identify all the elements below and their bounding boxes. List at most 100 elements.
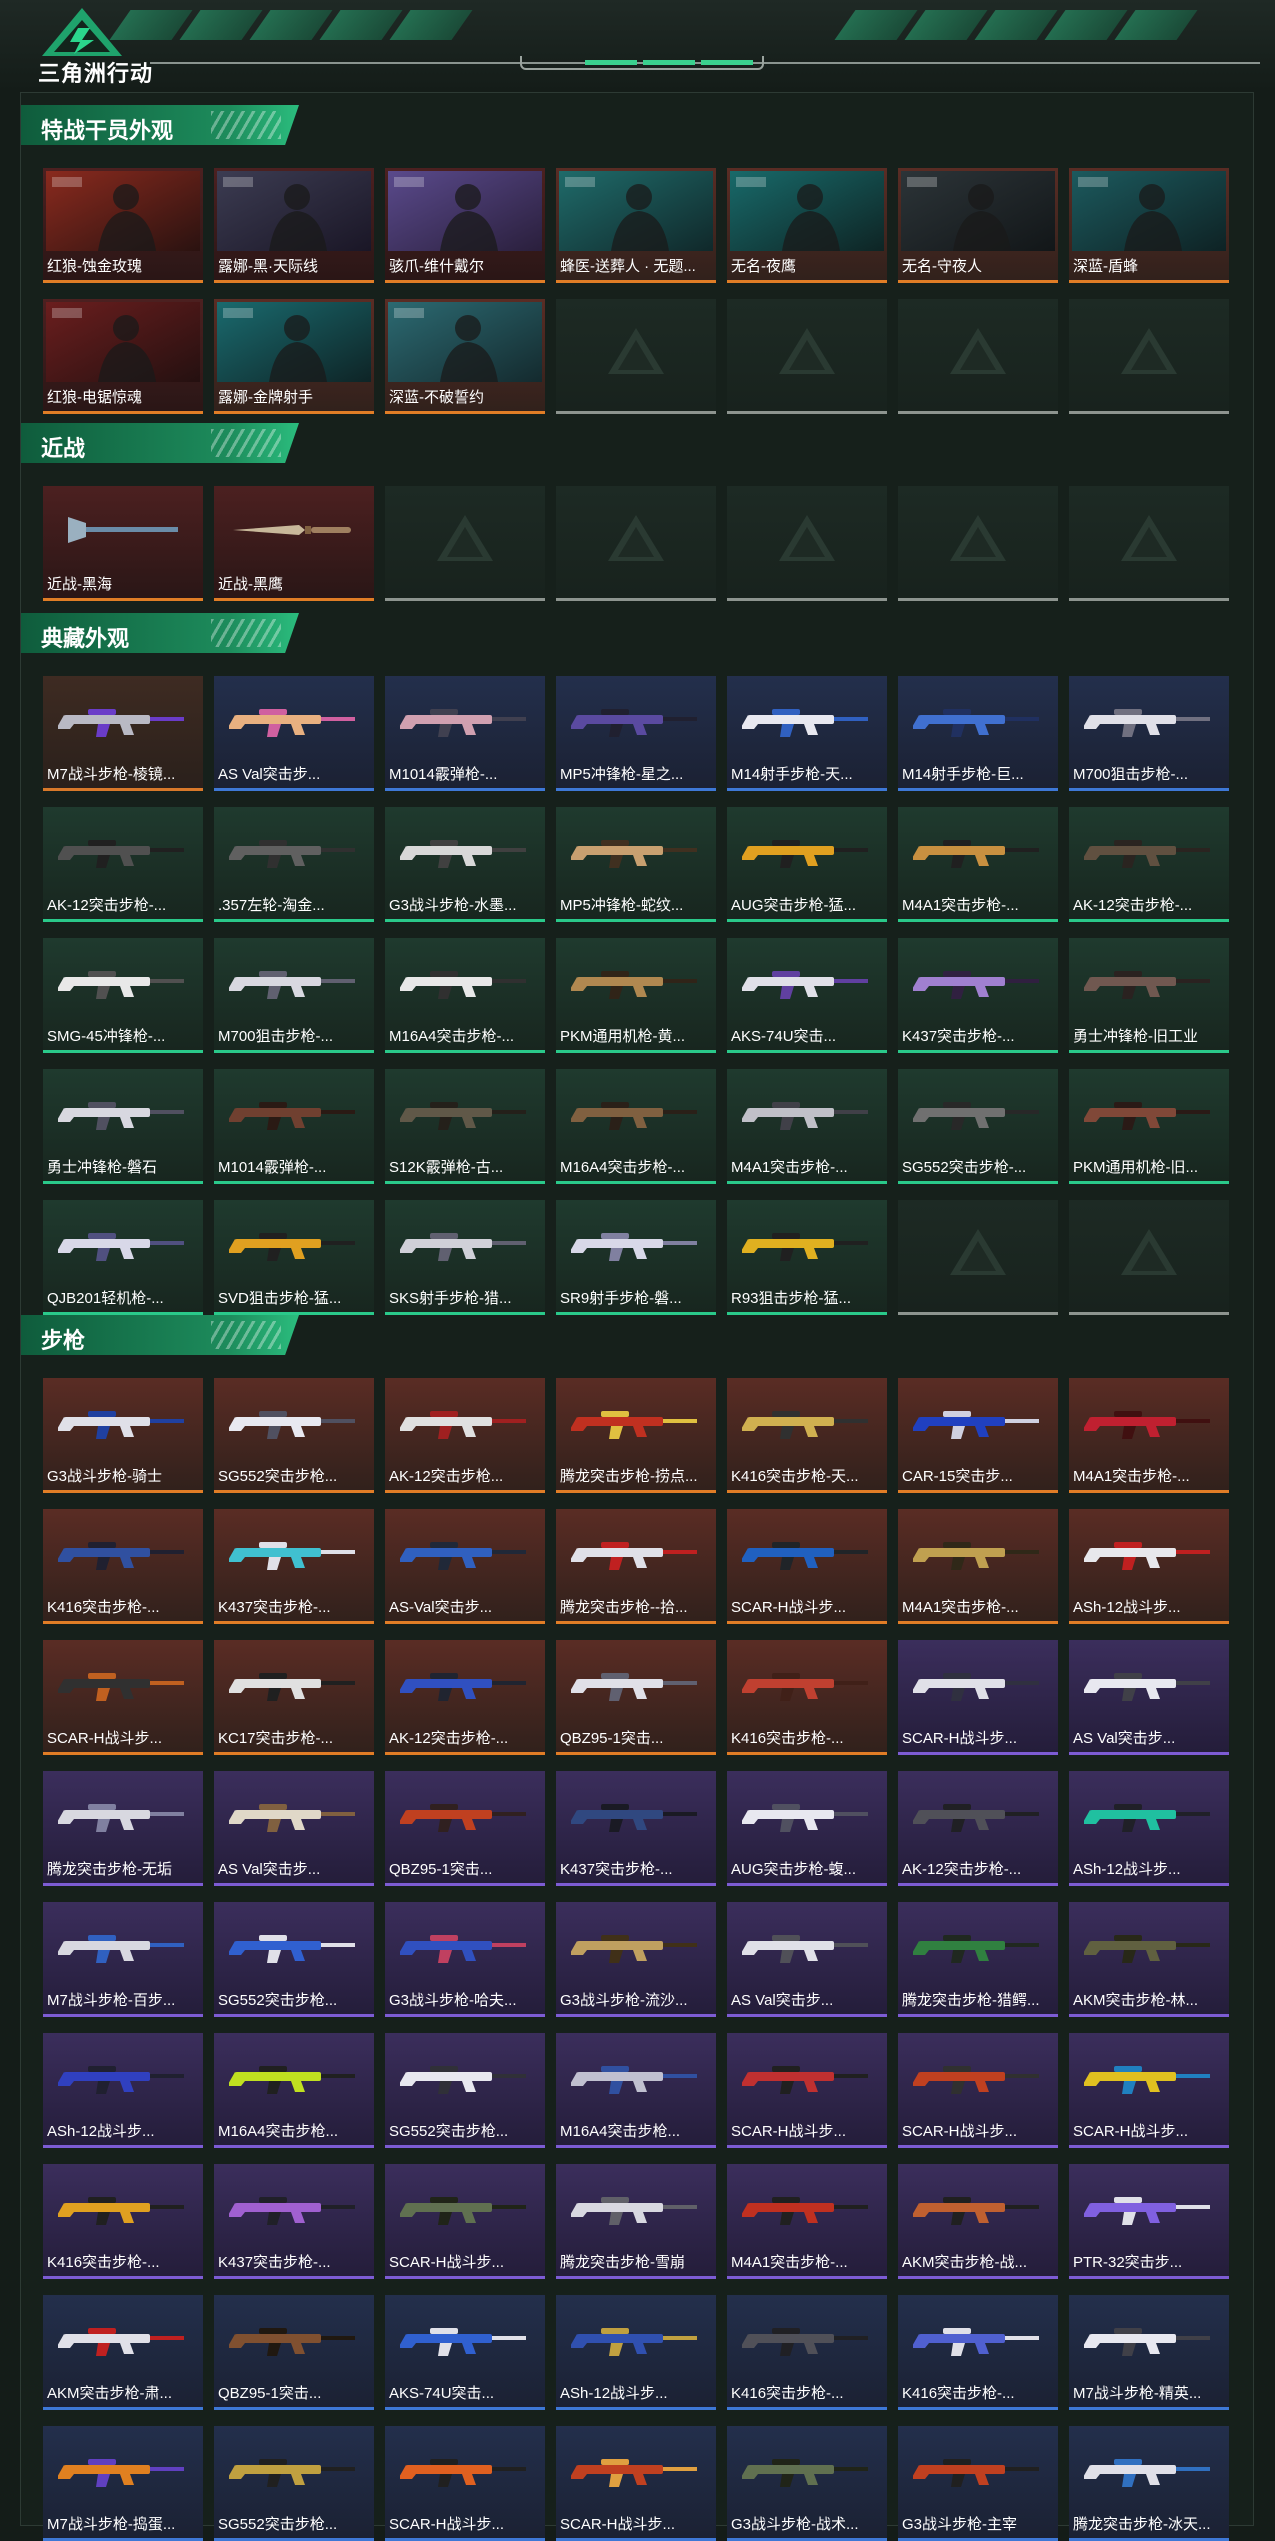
skin-card[interactable]: PKM通用机枪-黄... <box>556 938 716 1053</box>
skin-card[interactable]: R93狙击步枪-猛... <box>727 1200 887 1315</box>
skin-card[interactable]: SCAR-H战斗步... <box>727 1509 887 1624</box>
skin-card[interactable]: AKM突击步枪-战... <box>898 2164 1058 2279</box>
skin-card[interactable]: M7战斗步枪-百步... <box>43 1902 203 2017</box>
skin-card[interactable]: SKS射手步枪-猎... <box>385 1200 545 1315</box>
skin-card[interactable]: SCAR-H战斗步... <box>1069 2033 1229 2148</box>
skin-card[interactable]: M4A1突击步枪-... <box>898 1509 1058 1624</box>
skin-card[interactable]: K416突击步枪-天... <box>727 1378 887 1493</box>
skin-card[interactable]: M700狙击步枪-... <box>1069 676 1229 791</box>
skin-card[interactable]: ASh-12战斗步... <box>43 2033 203 2148</box>
skin-card[interactable]: G3战斗步枪-流沙... <box>556 1902 716 2017</box>
skin-card[interactable]: 腾龙突击步枪--拾... <box>556 1509 716 1624</box>
skin-card[interactable]: AK-12突击步枪-... <box>898 1771 1058 1886</box>
skin-card[interactable]: K416突击步枪-... <box>43 2164 203 2279</box>
skin-card[interactable]: SG552突击步枪... <box>214 2426 374 2541</box>
skin-card[interactable]: QJB201轻机枪-... <box>43 1200 203 1315</box>
skin-card[interactable]: M1014霰弹枪-... <box>385 676 545 791</box>
skin-card[interactable]: AUG突击步枪-蝮... <box>727 1771 887 1886</box>
skin-card[interactable]: K437突击步枪-... <box>898 938 1058 1053</box>
skin-card[interactable]: 勇士冲锋枪-磐石 <box>43 1069 203 1184</box>
skin-card[interactable]: QBZ95-1突击... <box>214 2295 374 2410</box>
skin-card[interactable]: G3战斗步枪-主宰 <box>898 2426 1058 2541</box>
skin-card[interactable]: SVD狙击步枪-猛... <box>214 1200 374 1315</box>
skin-card[interactable]: SG552突击步枪... <box>214 1902 374 2017</box>
skin-card[interactable]: G3战斗步枪-水墨... <box>385 807 545 922</box>
skin-card[interactable]: AS Val突击步... <box>1069 1640 1229 1755</box>
skin-card[interactable]: M4A1突击步枪-... <box>898 807 1058 922</box>
skin-card[interactable]: MP5冲锋枪-星之... <box>556 676 716 791</box>
skin-card[interactable]: M700狙击步枪-... <box>214 938 374 1053</box>
skin-card[interactable]: M16A4突击步枪-... <box>556 1069 716 1184</box>
skin-card[interactable]: AUG突击步枪-猛... <box>727 807 887 922</box>
skin-card[interactable]: M14射手步枪-天... <box>727 676 887 791</box>
skin-card[interactable]: M16A4突击步枪-... <box>385 938 545 1053</box>
skin-card[interactable]: K416突击步枪-... <box>898 2295 1058 2410</box>
skin-card[interactable]: SCAR-H战斗步... <box>43 1640 203 1755</box>
skin-card[interactable]: SCAR-H战斗步... <box>898 1640 1058 1755</box>
skin-card[interactable]: ASh-12战斗步... <box>1069 1771 1229 1886</box>
skin-card[interactable]: M4A1突击步枪-... <box>727 1069 887 1184</box>
skin-card[interactable]: M1014霰弹枪-... <box>214 1069 374 1184</box>
skin-card[interactable]: 腾龙突击步枪-无垢 <box>43 1771 203 1886</box>
skin-card[interactable]: G3战斗步枪-哈夫... <box>385 1902 545 2017</box>
skin-card[interactable]: 无名-夜鹰 <box>727 168 887 283</box>
skin-card[interactable]: AS-Val突击步... <box>385 1509 545 1624</box>
skin-card[interactable]: ASh-12战斗步... <box>1069 1509 1229 1624</box>
skin-card[interactable]: AKM突击步枪-林... <box>1069 1902 1229 2017</box>
skin-card[interactable]: K437突击步枪-... <box>556 1771 716 1886</box>
skin-card[interactable]: M7战斗步枪-棱镜... <box>43 676 203 791</box>
skin-card[interactable]: QBZ95-1突击... <box>385 1771 545 1886</box>
skin-card[interactable]: K416突击步枪-... <box>727 2295 887 2410</box>
skin-card[interactable]: 骇爪-维什戴尔 <box>385 168 545 283</box>
skin-card[interactable]: M4A1突击步枪-... <box>727 2164 887 2279</box>
skin-card[interactable]: ASh-12战斗步... <box>556 2295 716 2410</box>
skin-card[interactable]: SG552突击步枪-... <box>898 1069 1058 1184</box>
skin-card[interactable]: 深蓝-不破誓约 <box>385 299 545 414</box>
skin-card[interactable]: AKS-74U突击... <box>385 2295 545 2410</box>
skin-card[interactable]: .357左轮-淘金... <box>214 807 374 922</box>
skin-card[interactable]: 无名-守夜人 <box>898 168 1058 283</box>
skin-card[interactable]: AK-12突击步枪-... <box>385 1640 545 1755</box>
skin-card[interactable]: S12K霰弹枪-古... <box>385 1069 545 1184</box>
skin-card[interactable]: 蜂医-送葬人 · 无题... <box>556 168 716 283</box>
skin-card[interactable]: QBZ95-1突击... <box>556 1640 716 1755</box>
skin-card[interactable]: SG552突击步枪... <box>214 1378 374 1493</box>
skin-card[interactable]: AS Val突击步... <box>214 676 374 791</box>
skin-card[interactable]: 腾龙突击步枪-冰天... <box>1069 2426 1229 2541</box>
skin-card[interactable]: SCAR-H战斗步... <box>727 2033 887 2148</box>
skin-card[interactable]: SMG-45冲锋枪-... <box>43 938 203 1053</box>
skin-card[interactable]: 腾龙突击步枪-猎鳄... <box>898 1902 1058 2017</box>
skin-card[interactable]: AKS-74U突击... <box>727 938 887 1053</box>
skin-card[interactable]: 深蓝-盾蜂 <box>1069 168 1229 283</box>
skin-card[interactable]: 勇士冲锋枪-旧工业 <box>1069 938 1229 1053</box>
skin-card[interactable]: 红狼-电锯惊魂 <box>43 299 203 414</box>
skin-card[interactable]: 露娜-黑·天际线 <box>214 168 374 283</box>
skin-card[interactable]: SR9射手步枪-磐... <box>556 1200 716 1315</box>
skin-card[interactable]: SG552突击步枪... <box>385 2033 545 2148</box>
skin-card[interactable]: SCAR-H战斗步... <box>385 2426 545 2541</box>
skin-card[interactable]: 近战-黑鹰 <box>214 486 374 601</box>
skin-card[interactable]: AK-12突击步枪-... <box>1069 807 1229 922</box>
skin-card[interactable]: KC17突击步枪-... <box>214 1640 374 1755</box>
skin-card[interactable]: PTR-32突击步... <box>1069 2164 1229 2279</box>
skin-card[interactable]: 腾龙突击步枪-捞点... <box>556 1378 716 1493</box>
skin-card[interactable]: SCAR-H战斗步... <box>898 2033 1058 2148</box>
skin-card[interactable]: AS Val突击步... <box>214 1771 374 1886</box>
skin-card[interactable]: K416突击步枪-... <box>727 1640 887 1755</box>
skin-card[interactable]: CAR-15突击步... <box>898 1378 1058 1493</box>
skin-card[interactable]: K437突击步枪-... <box>214 1509 374 1624</box>
skin-card[interactable]: PKM通用机枪-旧... <box>1069 1069 1229 1184</box>
skin-card[interactable]: AS Val突击步... <box>727 1902 887 2017</box>
skin-card[interactable]: 腾龙突击步枪-雪崩 <box>556 2164 716 2279</box>
skin-card[interactable]: M14射手步枪-巨... <box>898 676 1058 791</box>
skin-card[interactable]: M7战斗步枪-捣蛋... <box>43 2426 203 2541</box>
skin-card[interactable]: SCAR-H战斗步... <box>556 2426 716 2541</box>
skin-card[interactable]: AKM突击步枪-肃... <box>43 2295 203 2410</box>
skin-card[interactable]: M16A4突击步枪... <box>214 2033 374 2148</box>
skin-card[interactable]: M4A1突击步枪-... <box>1069 1378 1229 1493</box>
skin-card[interactable]: 近战-黑海 <box>43 486 203 601</box>
skin-card[interactable]: MP5冲锋枪-蛇纹... <box>556 807 716 922</box>
skin-card[interactable]: AK-12突击步枪-... <box>43 807 203 922</box>
skin-card[interactable]: K416突击步枪-... <box>43 1509 203 1624</box>
skin-card[interactable]: G3战斗步枪-骑士 <box>43 1378 203 1493</box>
